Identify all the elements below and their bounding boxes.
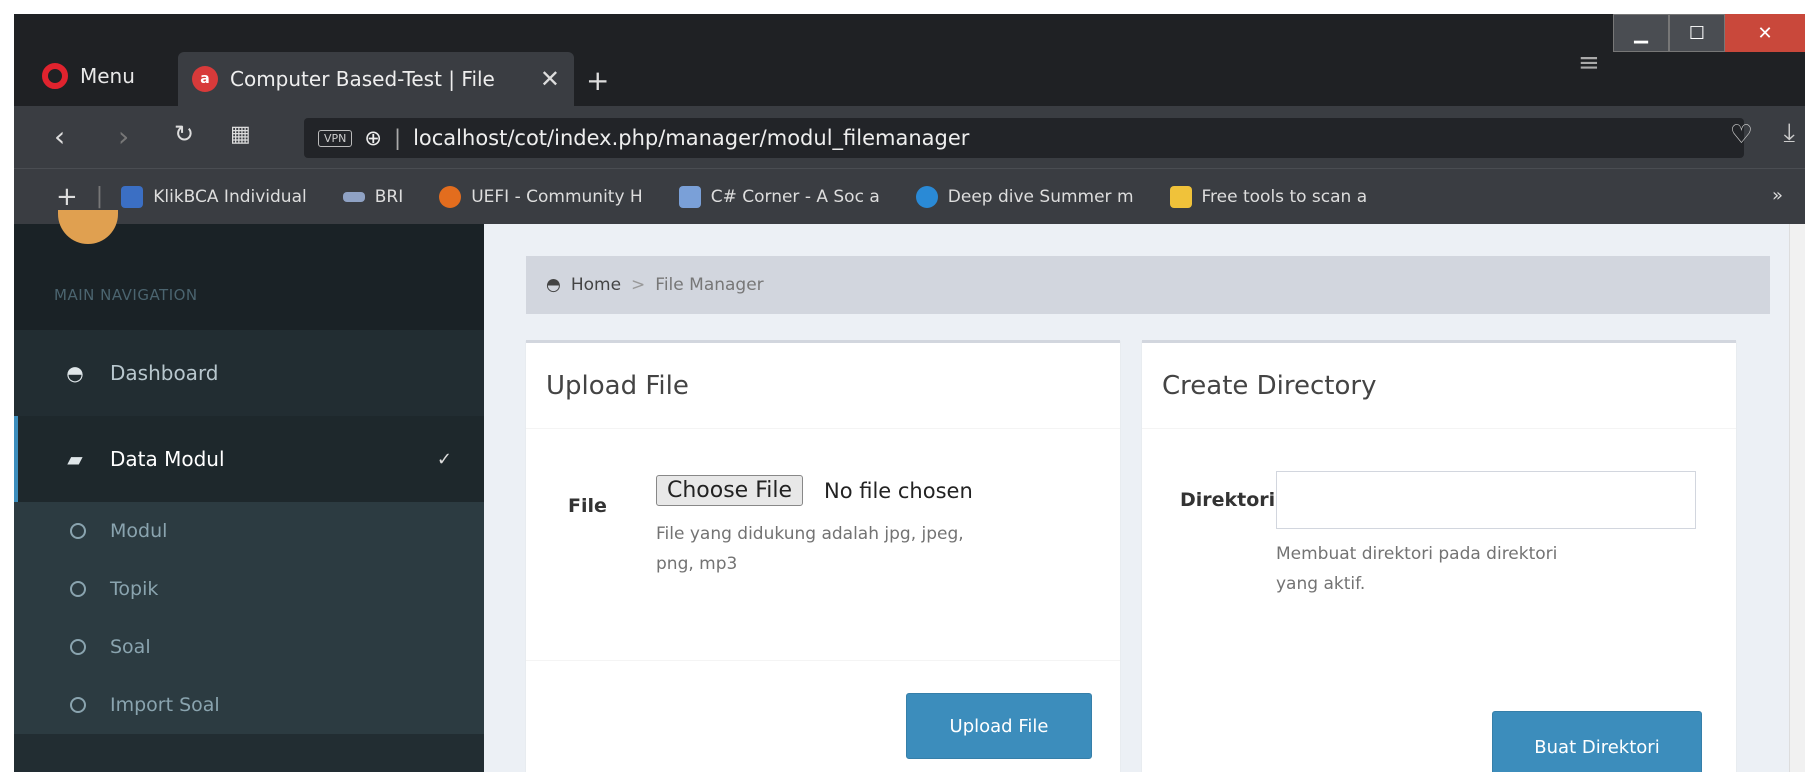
help-line: File yang didukung adalah jpg, jpeg, — [656, 524, 964, 544]
sidebar-item-label: Data Modul — [110, 447, 225, 471]
book-icon: ▰ — [67, 447, 83, 471]
bookmark-favicon-icon — [678, 185, 701, 208]
directory-box-title: Create Directory — [1142, 343, 1736, 429]
vpn-badge[interactable]: VPN — [318, 129, 353, 147]
sidebar-subitem-modul[interactable]: Modul — [14, 502, 484, 560]
tab-close-icon[interactable]: ✕ — [540, 65, 560, 93]
sidebar-item-dashboard[interactable]: ◓ Dashboard — [14, 330, 484, 416]
sidebar-item-label: Dashboard — [110, 361, 219, 385]
help-line: Membuat direktori pada direktori — [1276, 544, 1558, 564]
bookmark-label: BRI — [374, 186, 404, 207]
dashboard-icon: ◓ — [546, 275, 561, 295]
direktori-input[interactable] — [1276, 471, 1696, 529]
file-label: File — [568, 495, 607, 517]
heart-icon[interactable]: ♡ — [1730, 120, 1753, 150]
back-icon[interactable]: ‹ — [54, 120, 65, 153]
sidebar-subitem-label: Topik — [110, 578, 159, 600]
bookmark-label: Free tools to scan a — [1201, 186, 1368, 207]
url-separator: | — [394, 126, 402, 150]
help-line: yang aktif. — [1276, 574, 1366, 594]
bookmark-item[interactable]: UEFI - Community H — [439, 185, 643, 208]
breadcrumb: ◓ Home > File Manager — [526, 256, 1770, 314]
no-file-chosen-text: No file chosen — [824, 479, 973, 503]
sidebar-subitem-label: Import Soal — [110, 694, 220, 716]
address-bar: ‹ › ↻ ▦ VPN ⊕ | localhost/cot/index.php/… — [14, 106, 1805, 168]
bookmark-item[interactable]: BRI — [342, 186, 404, 207]
bookmark-label: UEFI - Community H — [471, 186, 643, 207]
url-field[interactable]: VPN ⊕ | localhost/cot/index.php/manager/… — [304, 118, 1744, 158]
tab-title: Computer Based-Test | File — [230, 67, 495, 91]
bookmark-favicon-icon — [121, 185, 144, 208]
add-bookmark-icon[interactable]: + — [56, 182, 78, 212]
main-content: ◓ Home > File Manager Upload File File C… — [484, 224, 1789, 772]
sidebar-subitem-soal[interactable]: Soal — [14, 618, 484, 676]
avatar — [58, 210, 118, 244]
bookmark-label: KlikBCA Individual — [153, 186, 307, 207]
maximize-icon[interactable]: ☐ — [1669, 14, 1725, 52]
nav-header: MAIN NAVIGATION — [14, 256, 484, 330]
dashboard-icon: ◓ — [66, 361, 84, 385]
minimize-icon[interactable]: ▁ — [1613, 14, 1669, 52]
choose-file-button[interactable]: Choose File — [656, 475, 804, 506]
sidebar-subitem-label: Modul — [110, 520, 168, 542]
download-icon[interactable]: ⤓ — [1784, 118, 1796, 149]
active-tab[interactable]: a Computer Based-Test | File ✕ — [178, 52, 574, 106]
bookmark-item[interactable]: Deep dive Summer m — [915, 185, 1134, 208]
browser-menu-button[interactable]: Menu — [42, 58, 135, 94]
menu-label: Menu — [80, 64, 135, 88]
tab-favicon-icon: a — [192, 66, 218, 92]
tab-menu-icon[interactable]: ≡ — [1578, 48, 1600, 78]
upload-help-text: File yang didukung adalah jpg, jpeg, png… — [656, 519, 964, 579]
sidebar: MAIN NAVIGATION ◓ Dashboard ▰ Data Modul… — [14, 210, 484, 772]
chevron-down-icon: ✓ — [436, 448, 452, 470]
direktori-label: Direktori — [1180, 489, 1276, 511]
sidebar-subitem-topik[interactable]: Topik — [14, 560, 484, 618]
circle-icon — [70, 581, 86, 597]
user-panel — [14, 210, 484, 256]
bookmark-item[interactable]: C# Corner - A Soc a — [678, 185, 880, 208]
forward-icon[interactable]: › — [118, 120, 129, 153]
more-bookmarks-icon[interactable]: » — [1772, 185, 1783, 206]
bookmark-divider: | — [95, 184, 104, 209]
bookmark-favicon-icon — [1169, 185, 1192, 208]
bookmark-favicon-icon — [342, 191, 365, 202]
sidebar-subitem-import-soal[interactable]: Import Soal — [14, 676, 484, 734]
bookmark-favicon-icon — [915, 185, 938, 208]
bookmark-item[interactable]: Free tools to scan a — [1169, 185, 1368, 208]
breadcrumb-separator: > — [631, 275, 646, 295]
upload-file-box: Upload File File Choose File No file cho… — [526, 340, 1120, 772]
sidebar-subitem-label: Soal — [110, 636, 151, 658]
bookmark-label: Deep dive Summer m — [947, 186, 1134, 207]
vertical-scrollbar[interactable] — [1789, 224, 1805, 772]
bookmarks-bar: + | KlikBCA Individual BRI UEFI - Commun… — [14, 168, 1805, 224]
help-line: png, mp3 — [656, 554, 738, 574]
close-window-icon[interactable]: ✕ — [1725, 14, 1805, 52]
bookmark-favicon-icon — [439, 185, 462, 208]
circle-icon — [70, 523, 86, 539]
window-controls: ▁ ☐ ✕ — [1613, 14, 1805, 52]
new-tab-icon[interactable]: + — [586, 64, 609, 97]
bookmark-label: C# Corner - A Soc a — [710, 186, 880, 207]
upload-box-title: Upload File — [526, 343, 1120, 429]
breadcrumb-home[interactable]: Home — [571, 275, 621, 295]
create-directory-box: Create Directory Direktori Membuat direk… — [1142, 340, 1736, 772]
reload-icon[interactable]: ↻ — [174, 120, 194, 148]
buat-direktori-button[interactable]: Buat Direktori — [1492, 711, 1702, 772]
title-bar: Menu a Computer Based-Test | File ✕ + ≡ … — [14, 14, 1805, 106]
circle-icon — [70, 639, 86, 655]
bookmark-item[interactable]: KlikBCA Individual — [121, 185, 307, 208]
upload-file-button[interactable]: Upload File — [906, 693, 1092, 759]
globe-icon: ⊕ — [364, 126, 382, 150]
sidebar-item-data-modul[interactable]: ▰ Data Modul ✓ — [14, 416, 484, 502]
opera-logo-icon — [42, 63, 68, 89]
directory-help-text: Membuat direktori pada direktori yang ak… — [1276, 539, 1557, 599]
breadcrumb-current: File Manager — [655, 275, 764, 295]
circle-icon — [70, 697, 86, 713]
speed-dial-icon[interactable]: ▦ — [230, 122, 251, 147]
browser-window: Menu a Computer Based-Test | File ✕ + ≡ … — [14, 14, 1805, 772]
url-text[interactable]: localhost/cot/index.php/manager/modul_fi… — [413, 126, 969, 150]
upload-box-footer: Upload File — [526, 660, 1120, 772]
